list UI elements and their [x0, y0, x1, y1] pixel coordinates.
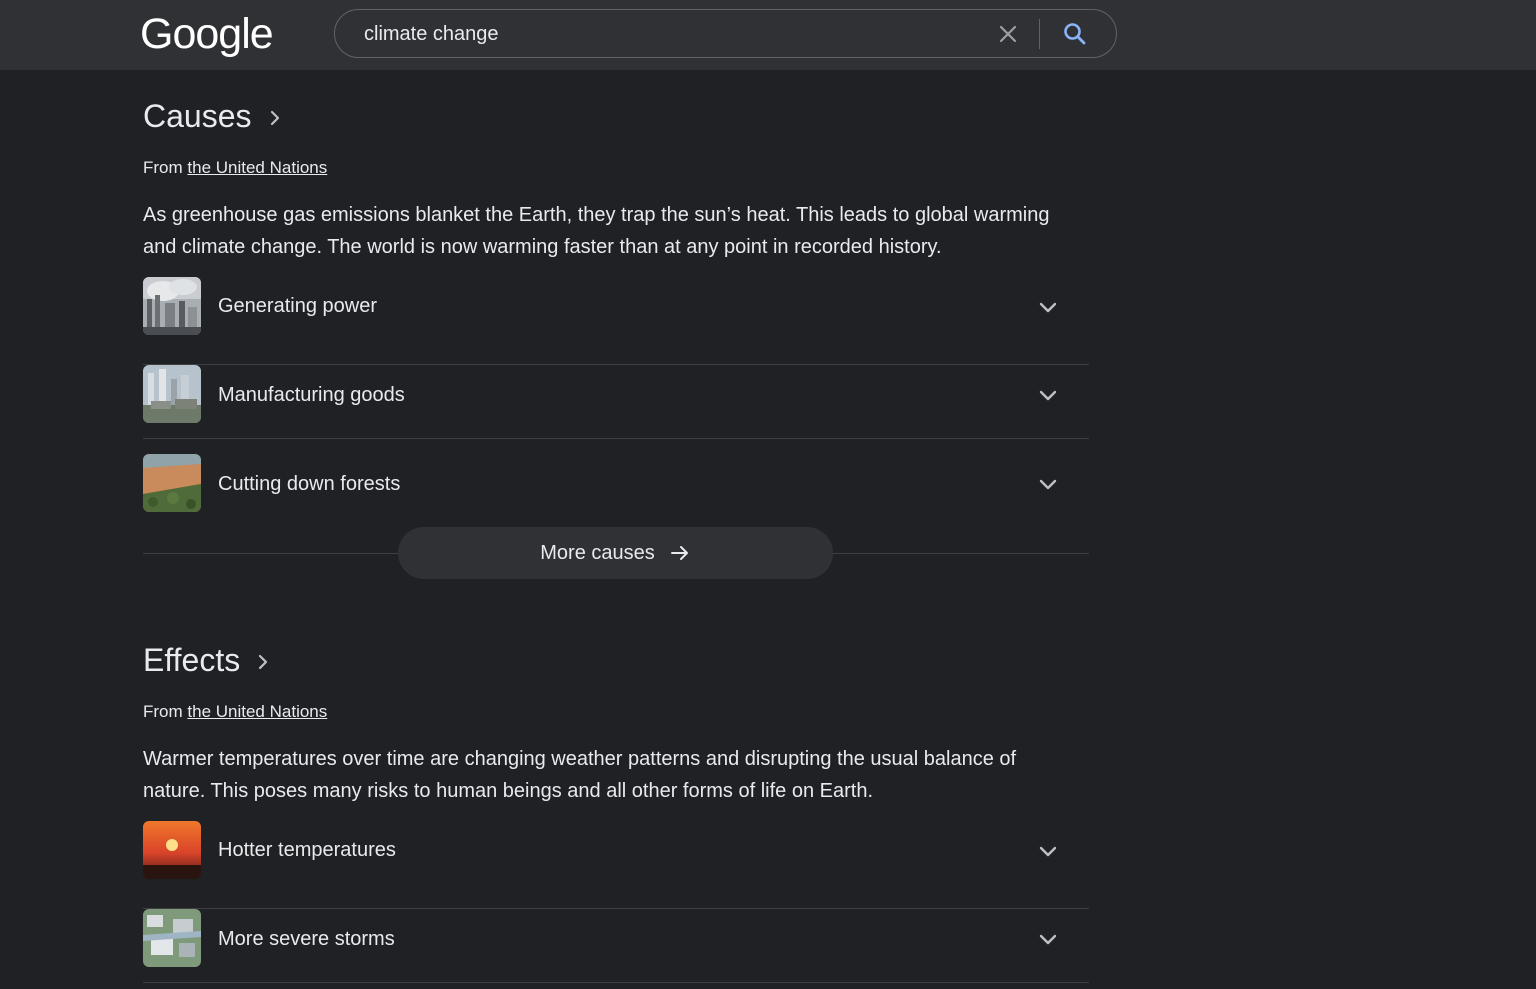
- more-causes-button[interactable]: More causes: [398, 527, 833, 579]
- source-link[interactable]: the United Nations: [187, 158, 327, 177]
- effects-title: Effects: [143, 642, 241, 678]
- search-divider: [1039, 19, 1040, 49]
- search-input[interactable]: [364, 20, 964, 48]
- cause-item-manufacturing-goods[interactable]: Manufacturing goods: [143, 350, 1089, 439]
- effects-source: From the United Nations: [143, 701, 327, 723]
- google-logo[interactable]: Google: [140, 10, 274, 58]
- effects-heading[interactable]: Effects: [143, 640, 272, 680]
- chevron-down-icon[interactable]: [1036, 472, 1060, 496]
- chevron-down-icon[interactable]: [1036, 839, 1060, 863]
- top-header: Google: [0, 0, 1536, 70]
- storm-damage-thumbnail: [143, 909, 201, 967]
- search-icon: [1064, 23, 1086, 45]
- source-prefix: From: [143, 158, 188, 177]
- effects-description: Warmer temperatures over time are changi…: [143, 748, 1017, 802]
- chevron-down-icon[interactable]: [1036, 383, 1060, 407]
- chevron-right-icon: [259, 654, 268, 670]
- more-causes-row: More causes: [143, 527, 1089, 579]
- item-label: Generating power: [218, 295, 377, 317]
- item-label: Cutting down forests: [218, 473, 401, 495]
- deforestation-thumbnail: [143, 454, 201, 512]
- item-label: Hotter temperatures: [218, 839, 396, 861]
- search-button[interactable]: [1061, 20, 1089, 48]
- item-label: More severe storms: [218, 928, 395, 950]
- close-icon: [999, 25, 1017, 43]
- chevron-down-icon[interactable]: [1036, 295, 1060, 319]
- chevron-down-icon[interactable]: [1036, 927, 1060, 951]
- source-link[interactable]: the United Nations: [187, 702, 327, 721]
- causes-heading[interactable]: Causes: [143, 96, 284, 136]
- power-plant-thumbnail: [143, 277, 201, 335]
- chevron-right-icon: [270, 110, 279, 126]
- sunset-thumbnail: [143, 821, 201, 879]
- cause-item-cutting-down-forests[interactable]: Cutting down forests: [143, 439, 1089, 527]
- causes-source: From the United Nations: [143, 157, 327, 179]
- factory-thumbnail: [143, 365, 201, 423]
- effect-item-more-severe-storms[interactable]: More severe storms: [143, 894, 1089, 983]
- causes-description: As greenhouse gas emissions blanket the …: [143, 204, 1050, 258]
- search-box: [334, 9, 1117, 58]
- source-prefix: From: [143, 702, 188, 721]
- more-causes-label: More causes: [540, 541, 655, 564]
- arrow-right-icon: [670, 546, 688, 560]
- item-label: Manufacturing goods: [218, 384, 405, 406]
- clear-search-button[interactable]: [995, 21, 1021, 47]
- causes-title: Causes: [143, 98, 252, 134]
